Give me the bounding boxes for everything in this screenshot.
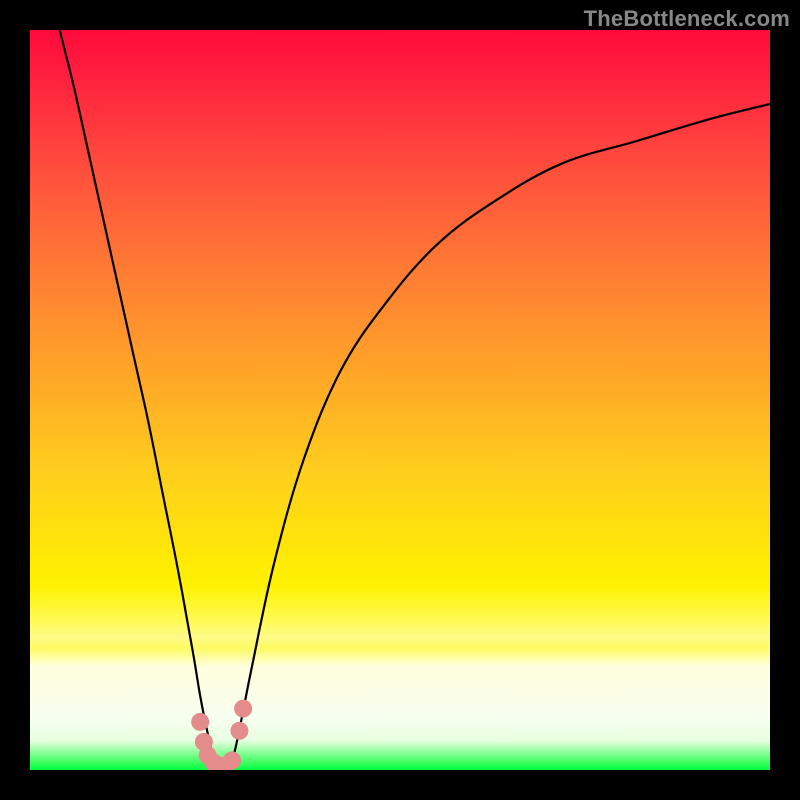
marker-dot — [223, 751, 241, 769]
marker-dot — [191, 713, 209, 731]
curve-group — [60, 30, 770, 770]
chart-svg — [30, 30, 770, 770]
marker-group — [191, 700, 252, 770]
frame: TheBottleneck.com — [0, 0, 800, 800]
marker-dot — [234, 700, 252, 718]
curve-left-branch — [60, 30, 223, 770]
plot-area — [30, 30, 770, 770]
watermark: TheBottleneck.com — [584, 6, 790, 32]
marker-dot — [230, 722, 248, 740]
curve-right-branch — [230, 104, 770, 770]
